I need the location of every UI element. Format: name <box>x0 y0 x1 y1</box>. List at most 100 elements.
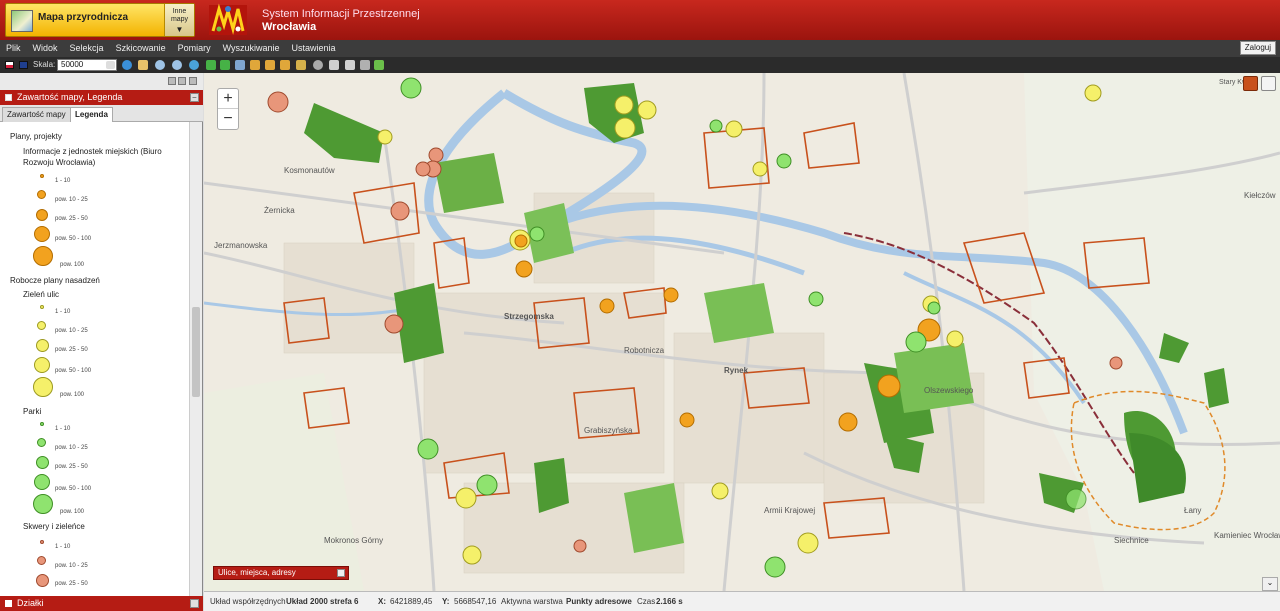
zoom-controls: + − <box>217 88 239 130</box>
zoom-in-button[interactable]: + <box>218 89 238 109</box>
legend-item-label: 1 - 10 <box>55 178 71 184</box>
english-flag-icon[interactable] <box>19 61 28 69</box>
legend-symbol <box>33 494 53 514</box>
panel-minimize-icon[interactable] <box>168 77 176 85</box>
panel-maximize-icon[interactable] <box>189 77 197 85</box>
street-label: Olszewskiego <box>924 386 974 395</box>
y-coordinate: 5668547,16 <box>454 597 497 606</box>
x-label: X: <box>378 597 386 606</box>
legend-item-label: pow. 50 - 100 <box>55 368 92 374</box>
place-label: Siechnice <box>1114 536 1149 545</box>
tab-map-contents[interactable]: Zawartość mapy <box>2 107 71 122</box>
menu-plik[interactable]: Plik <box>0 40 27 57</box>
map-view[interactable]: Strzegomska Robotnicza Rynek Grabiszyńsk… <box>204 73 1280 591</box>
legend-subgroup-title: Informacje z jednostek miejskich (Biuro <box>23 147 162 156</box>
map-thumbnail-icon <box>11 10 33 32</box>
menu-ustawienia[interactable]: Ustawienia <box>286 40 342 57</box>
panel-title-bar[interactable]: Zawartość mapy, Legenda – <box>0 90 203 105</box>
legend-scrollbar[interactable] <box>189 122 202 596</box>
legend-symbol <box>40 305 44 309</box>
legend-subgroup-title: Skwery i zieleńce <box>23 522 85 531</box>
address-search-label: Ulice, miejsca, adresy <box>218 568 296 577</box>
legend-group-title: Robocze plany nasadzeń <box>10 276 100 285</box>
toggle-panel-icon[interactable] <box>1243 76 1258 91</box>
login-button[interactable]: Zaloguj <box>1239 41 1276 55</box>
search-close-icon[interactable] <box>337 569 345 577</box>
link-icon[interactable] <box>360 60 370 70</box>
collapse-icon[interactable] <box>5 94 12 101</box>
zoom-in-icon[interactable] <box>155 60 165 70</box>
street-label: Robotnicza <box>624 346 665 355</box>
map-canvas[interactable]: Strzegomska Robotnicza Rynek Grabiszyńsk… <box>204 73 1280 591</box>
measure-line-icon[interactable] <box>265 60 275 70</box>
select-icon[interactable] <box>235 60 245 70</box>
chevron-down-icon[interactable]: ⌄ <box>1262 577 1278 591</box>
legend-symbol <box>34 357 50 373</box>
menu-wyszukiwanie[interactable]: Wyszukiwanie <box>217 40 286 57</box>
street-label: Armii Krajowej <box>764 506 815 515</box>
legend-symbol <box>33 246 53 266</box>
search-icon[interactable] <box>313 60 323 70</box>
panel-restore-icon[interactable] <box>178 77 186 85</box>
legend-item-label: pow. 50 - 100 <box>55 486 92 492</box>
coord-system-label: Układ współrzędnych <box>210 597 286 606</box>
menu-widok[interactable]: Widok <box>27 40 64 57</box>
forward-arrow-icon[interactable] <box>220 60 230 70</box>
map-search-icon[interactable] <box>1261 76 1276 91</box>
legend: Plany, projekty Informacje z jednostek m… <box>0 122 189 596</box>
scale-dropdown-icon[interactable] <box>106 61 115 69</box>
measure-area-icon[interactable] <box>280 60 290 70</box>
crop-icon[interactable] <box>296 60 306 70</box>
polish-flag-icon[interactable] <box>5 61 14 69</box>
legend-item-label: pow. 25 - 50 <box>55 216 88 222</box>
legend-symbol <box>37 438 46 447</box>
legend-item-label: pow. 10 - 25 <box>55 328 88 334</box>
back-arrow-icon[interactable] <box>206 60 216 70</box>
draw-pencil-icon[interactable] <box>250 60 260 70</box>
legend-item-label: 1 - 10 <box>55 426 71 432</box>
tab-legend[interactable]: Legenda <box>70 107 113 122</box>
dzialki-close-icon[interactable] <box>190 599 199 608</box>
panel-close-icon[interactable]: – <box>190 93 199 102</box>
expand-icon[interactable] <box>5 600 12 607</box>
legend-group-title: Plany, projekty <box>10 132 62 141</box>
scrollbar-thumb[interactable] <box>192 307 200 397</box>
pan-hand-icon[interactable] <box>138 60 148 70</box>
globe-icon[interactable] <box>189 60 199 70</box>
other-maps-label-1: Inne <box>172 8 187 15</box>
info-icon[interactable] <box>122 60 132 70</box>
legend-symbol <box>34 474 50 490</box>
legend-item-label: pow. 100 <box>60 262 85 268</box>
street-label: Rynek <box>724 366 749 375</box>
export-icon[interactable] <box>329 60 339 70</box>
map-selector[interactable]: Mapa przyrodnicza Inne mapy ▼ <box>5 3 195 37</box>
system-title: System Informacji Przestrzennej Wrocławi… <box>262 8 420 34</box>
left-panel: Zawartość mapy, Legenda – Zawartość mapy… <box>0 73 203 611</box>
coord-system-value: Układ 2000 strefa 6 <box>286 597 359 606</box>
legend-item-label: pow. 50 - 100 <box>55 236 92 242</box>
zoom-out-button[interactable]: − <box>218 109 238 129</box>
chevron-down-icon: ▼ <box>175 25 184 34</box>
place-label: Kiełczów <box>1244 191 1276 200</box>
legend-subgroup-title: Rozwoju Wrocławia) <box>23 158 96 167</box>
address-search-panel[interactable]: Ulice, miejsca, adresy <box>213 566 349 580</box>
menu-selekcja[interactable]: Selekcja <box>64 40 110 57</box>
legend-symbol <box>40 540 44 544</box>
legend-symbol <box>40 422 44 426</box>
menu-pomiary[interactable]: Pomiary <box>172 40 217 57</box>
toolbar: Skala: 50000 <box>0 57 1280 73</box>
zoom-out-icon[interactable] <box>172 60 182 70</box>
legend-item-label: 1 - 10 <box>55 309 71 315</box>
scale-label: Skala: <box>33 60 56 69</box>
print-icon[interactable] <box>345 60 355 70</box>
legend-item-label: pow. 25 - 50 <box>55 464 88 470</box>
dzialki-panel-bar[interactable]: Działki <box>0 596 203 611</box>
street-label: Kosmonautów <box>284 166 335 175</box>
layers-icon[interactable] <box>374 60 384 70</box>
place-label: Mokronos Górny <box>324 536 383 545</box>
other-maps-label-2: mapy <box>170 16 189 23</box>
legend-symbol <box>33 377 53 397</box>
map-title: Mapa przyrodnicza <box>38 12 129 23</box>
other-maps-button[interactable]: Inne mapy ▼ <box>164 4 194 36</box>
menu-szkicowanie[interactable]: Szkicowanie <box>110 40 172 57</box>
